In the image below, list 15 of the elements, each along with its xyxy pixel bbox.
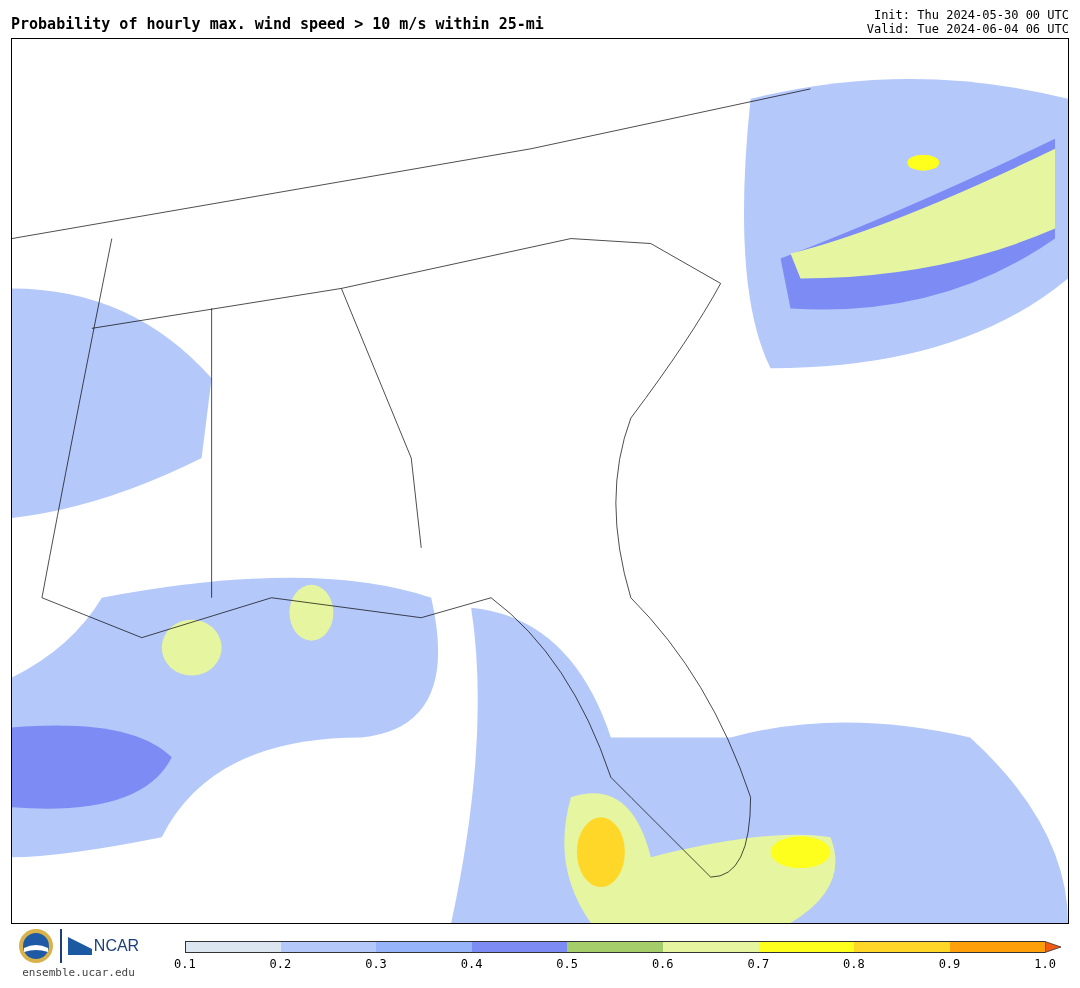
valid-time: Valid: Tue 2024-06-04 06 UTC (866, 22, 1069, 36)
map-title: Probability of hourly max. wind speed > 10 m/s within 25-mi (11, 15, 544, 35)
scale-label: 0.8 (843, 957, 865, 971)
scale-label: 0.1 (174, 957, 196, 971)
site-url: ensemble.ucar.edu (22, 966, 135, 979)
scale-label: 0.6 (651, 957, 674, 971)
scale-label: 0.7 (747, 957, 770, 971)
scale-label: 0.5 (556, 957, 578, 971)
scale-label: 1.0 (1034, 957, 1056, 971)
scale-label: 0.3 (365, 957, 387, 971)
logo-text: NCAR (93, 937, 140, 955)
scale-label: 0.4 (460, 957, 483, 971)
scale-label: 0.9 (938, 957, 961, 971)
scale-label: 0.2 (269, 957, 292, 971)
init-time: Init: Thu 2024-05-30 00 UTC (873, 8, 1069, 22)
